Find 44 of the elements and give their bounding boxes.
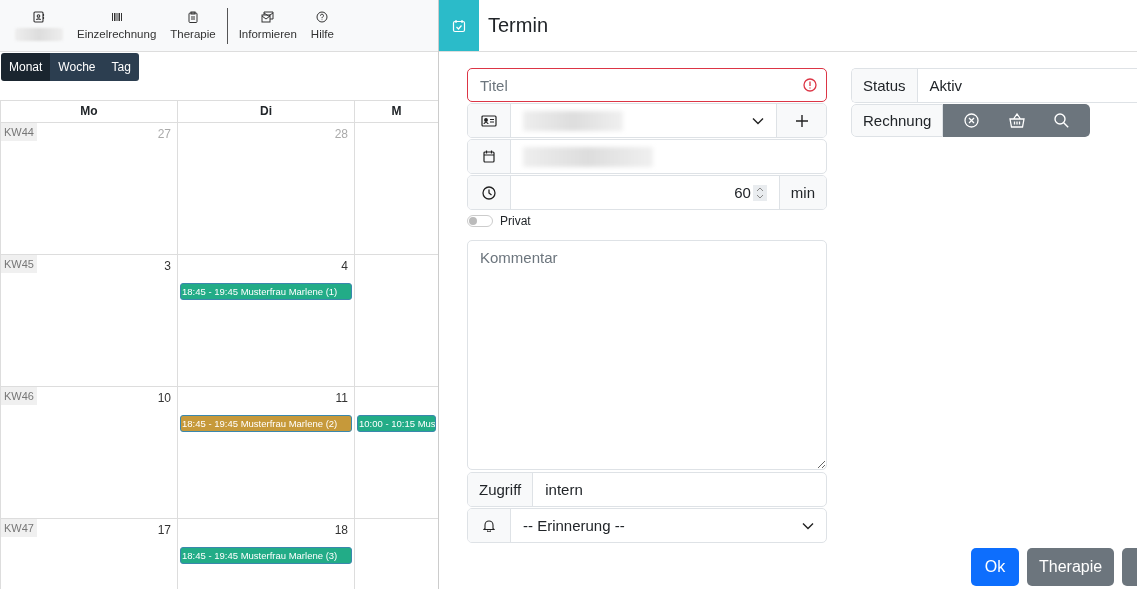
view-tab[interactable]: Tag [103,53,139,81]
day-number: 3 [163,258,172,275]
barcode-icon [110,11,123,23]
circle-x-icon [964,113,980,128]
comment-field[interactable]: Kommentar [467,240,827,470]
private-toggle[interactable] [467,215,493,227]
weekday-header: M [355,101,438,123]
invoice-label: Rechnung [851,104,944,137]
dialog-button[interactable]: Therapie [1027,548,1115,586]
envelopes-icon [260,11,275,23]
basket-icon [1008,113,1025,128]
plus-icon [794,113,809,128]
calendar-check-icon [452,18,466,33]
week-number: KW46 [1,387,37,405]
error-icon [803,78,817,92]
calendar-icon [483,150,495,163]
clipboard-toolbar-button[interactable]: Therapie [163,11,223,40]
help-toolbar-button[interactable]: Hilfe [303,11,341,40]
contact-card-icon [33,10,45,23]
search-icon [1054,113,1070,128]
view-tab[interactable]: Monat [1,53,51,81]
chevron-down-icon [752,116,764,125]
week-number: KW44 [1,123,37,141]
help-icon [316,11,329,23]
dialog-button[interactable]: Ok [971,548,1019,586]
week-number: KW47 [1,519,37,537]
toggle-label: Privat [500,214,531,228]
add-button[interactable] [776,104,826,137]
weekday-header: Di [178,101,355,123]
day-number: 17 [156,522,172,539]
day-number: 4 [340,258,349,275]
id-card-icon [481,114,497,127]
view-tab[interactable]: Woche [50,53,104,81]
day-number: 28 [333,126,349,143]
dialog-title: Termin [488,14,548,37]
day-number: 10 [156,390,172,407]
day-number: 27 [156,126,172,143]
mail-toolbar-button[interactable]: Informieren [231,11,304,40]
day-number: 11 [334,390,349,407]
title-field[interactable]: Titel [467,68,827,102]
barcode-toolbar-button[interactable]: Einzelrechnung [70,11,164,40]
clipboard-icon [186,11,199,23]
week-number: KW45 [1,255,37,273]
day-number: 18 [333,522,349,539]
